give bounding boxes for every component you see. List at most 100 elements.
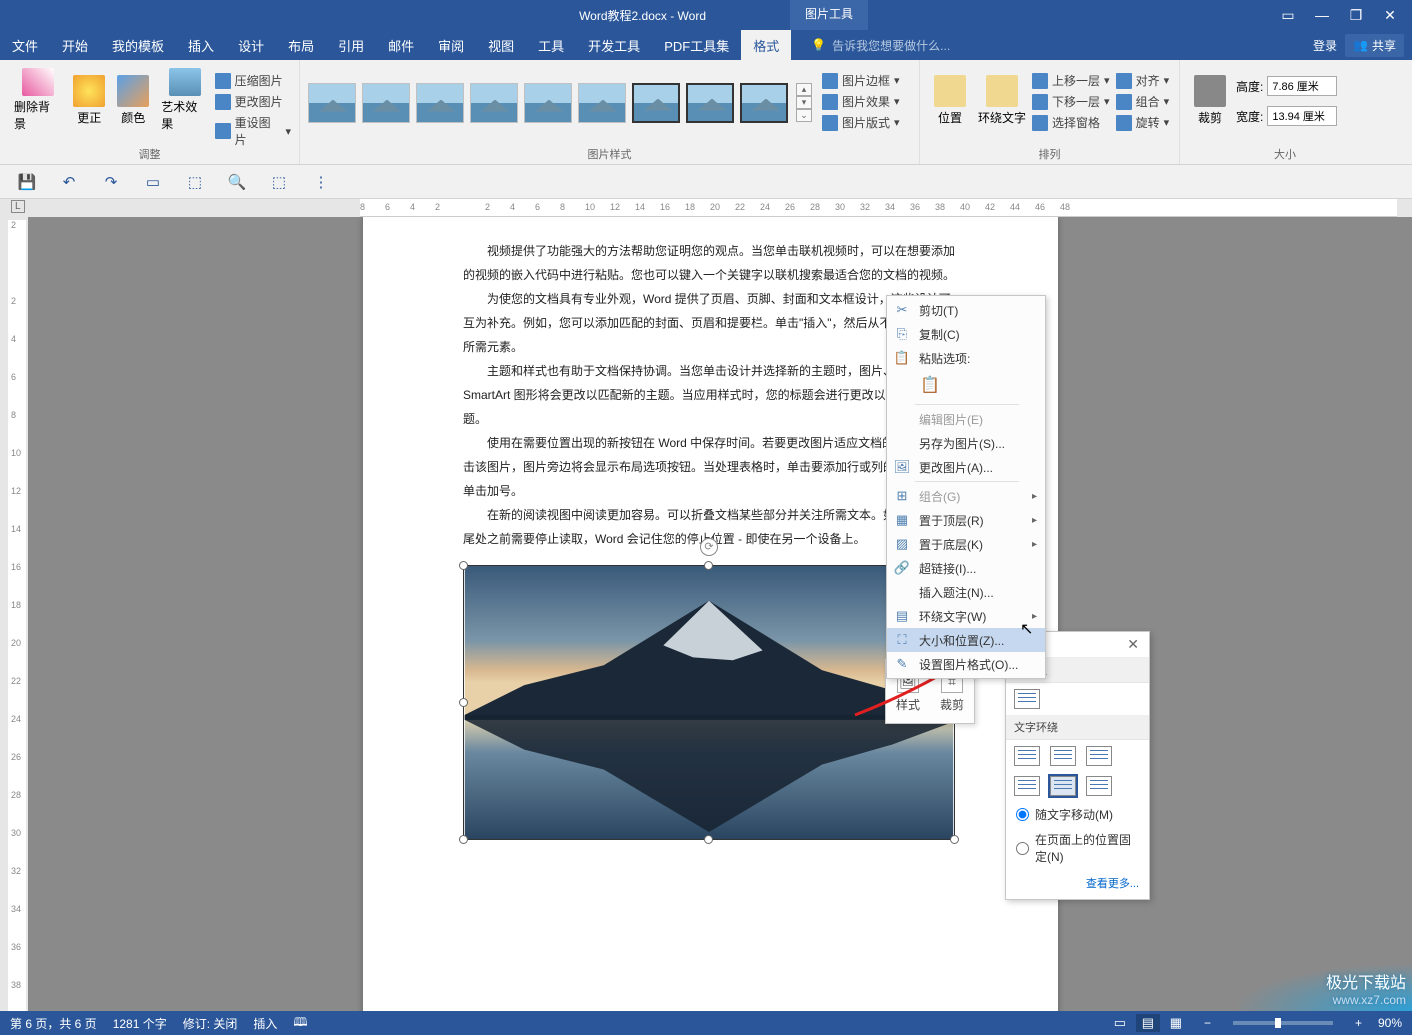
see-more-link[interactable]: 查看更多... [1006,869,1149,899]
layout-panel-close[interactable]: ✕ [1123,636,1143,653]
restore-button[interactable]: ❐ [1342,3,1370,27]
layout-wrap-option[interactable] [1014,746,1040,766]
picture-border-button[interactable]: 图片边框 ▾ [822,70,900,91]
style-thumb[interactable] [308,83,356,123]
menu-tools[interactable]: 工具 [526,30,576,60]
change-picture-button[interactable]: 更改图片 [215,91,291,112]
artistic-effects-button[interactable]: 艺术效果 [155,64,214,136]
selected-image[interactable]: ⟳ [463,565,955,840]
menu-mailings[interactable]: 邮件 [376,30,426,60]
reset-picture-button[interactable]: 重设图片 ▾ [215,112,291,150]
resize-handle-s[interactable] [704,835,713,844]
cm-hyperlink[interactable]: 🔗超链接(I)... [887,556,1045,580]
style-thumb[interactable] [362,83,410,123]
zoom-slider[interactable] [1233,1021,1333,1025]
menu-file[interactable]: 文件 [0,30,50,60]
resize-handle-se[interactable] [950,835,959,844]
vertical-ruler[interactable]: 22468101214161820222426283032343638 [8,220,26,1011]
language-indicator[interactable]: 🕮 [293,1013,307,1034]
cm-wrap-text[interactable]: ▤环绕文字(W)▸ [887,604,1045,628]
group-button[interactable]: 组合 ▾ [1116,91,1170,112]
corrections-button[interactable]: 更正 [67,64,111,136]
layout-wrap-option[interactable] [1086,746,1112,766]
read-mode-icon[interactable]: ▭ [1108,1014,1132,1032]
rotate-handle[interactable]: ⟳ [700,538,718,556]
selection-pane-button[interactable]: 选择窗格 [1032,112,1110,133]
style-thumb[interactable] [470,83,518,123]
menu-view[interactable]: 视图 [476,30,526,60]
picture-styles-gallery[interactable]: ▴▾⌄ [308,75,812,123]
menu-home[interactable]: 开始 [50,30,100,60]
bring-forward-button[interactable]: 上移一层 ▾ [1032,70,1110,91]
redo-icon[interactable]: ↷ [102,173,120,191]
crop-button[interactable]: 裁剪 [1188,64,1232,136]
resize-handle-sw[interactable] [459,835,468,844]
print-layout-icon[interactable]: ▤ [1136,1014,1160,1032]
cm-format-picture[interactable]: ✎设置图片格式(O)... [887,652,1045,676]
fix-position-radio[interactable]: 在页面上的位置固定(N) [1006,827,1149,869]
page-indicator[interactable]: 第 6 页，共 6 页 [10,1015,97,1032]
zoom-level[interactable]: 90% [1378,1016,1402,1030]
save-icon[interactable]: 💾 [18,173,36,191]
qat-btn[interactable]: ⬚ [270,173,288,191]
gallery-scroll[interactable]: ▴▾⌄ [796,83,812,122]
menu-references[interactable]: 引用 [326,30,376,60]
revision-status[interactable]: 修订: 关闭 [183,1015,238,1032]
menu-pdf[interactable]: PDF工具集 [652,30,741,60]
cm-insert-caption[interactable]: 插入题注(N)... [887,580,1045,604]
minimize-button[interactable]: — [1308,3,1336,27]
style-thumb[interactable] [524,83,572,123]
ribbon-options-icon[interactable]: ▭ [1274,3,1302,27]
close-button[interactable]: ✕ [1376,3,1404,27]
layout-inline-option[interactable] [1014,689,1040,709]
cm-change-picture[interactable]: 🖼更改图片(A)... [887,455,1045,479]
document-area[interactable]: 视频提供了功能强大的方法帮助您证明您的观点。当您单击联机视频时，可以在想要添加的… [28,217,1412,1011]
tell-me-search[interactable]: 💡 告诉我您想要做什么... [811,37,950,54]
style-thumb[interactable] [578,83,626,123]
position-button[interactable]: 位置 [928,64,972,136]
cm-save-as-picture[interactable]: 另存为图片(S)... [887,431,1045,455]
move-with-text-radio[interactable]: 随文字移动(M) [1006,802,1149,827]
send-backward-button[interactable]: 下移一层 ▾ [1032,91,1110,112]
cm-send-to-back[interactable]: ▨置于底层(K)▸ [887,532,1045,556]
zoom-out-button[interactable]: − [1204,1016,1211,1030]
qat-btn[interactable]: ⋮ [312,173,330,191]
web-layout-icon[interactable]: ▦ [1164,1014,1188,1032]
menu-layout[interactable]: 布局 [276,30,326,60]
cm-copy[interactable]: ⎘复制(C) [887,322,1045,346]
qat-btn[interactable]: 🔍 [228,173,246,191]
picture-layout-button[interactable]: 图片版式 ▾ [822,112,900,133]
share-button[interactable]: 👥 共享 [1345,34,1404,57]
width-input[interactable] [1267,106,1337,126]
rotate-button[interactable]: 旋转 ▾ [1116,112,1170,133]
zoom-in-button[interactable]: + [1355,1016,1362,1030]
style-thumb[interactable] [416,83,464,123]
menu-templates[interactable]: 我的模板 [100,30,176,60]
qat-btn[interactable]: ⬚ [186,173,204,191]
resize-handle-w[interactable] [459,698,468,707]
layout-wrap-option-selected[interactable] [1050,776,1076,796]
picture-effects-button[interactable]: 图片效果 ▾ [822,91,900,112]
menu-insert[interactable]: 插入 [176,30,226,60]
menu-review[interactable]: 审阅 [426,30,476,60]
horizontal-ruler[interactable]: 8642246810121416182022242628303234363840… [360,199,1397,217]
style-thumb[interactable] [686,83,734,123]
picture-tools-tab[interactable]: 图片工具 [790,0,868,30]
menu-format[interactable]: 格式 [741,30,791,60]
login-link[interactable]: 登录 [1313,37,1337,54]
qat-btn[interactable]: ▭ [144,173,162,191]
cm-size-and-position[interactable]: ⛶大小和位置(Z)... [887,628,1045,652]
layout-wrap-option[interactable] [1014,776,1040,796]
height-input[interactable] [1267,76,1337,96]
menu-developer[interactable]: 开发工具 [576,30,652,60]
color-button[interactable]: 颜色 [111,64,155,136]
resize-handle-n[interactable] [704,561,713,570]
cm-bring-to-front[interactable]: ▦置于顶层(R)▸ [887,508,1045,532]
compress-picture-button[interactable]: 压缩图片 [215,70,291,91]
style-thumb-selected[interactable] [632,83,680,123]
wrap-text-button[interactable]: 环绕文字 [972,64,1032,136]
resize-handle-nw[interactable] [459,561,468,570]
remove-background-button[interactable]: 删除背景 [8,64,67,136]
undo-icon[interactable]: ↶ [60,173,78,191]
style-thumb[interactable] [740,83,788,123]
